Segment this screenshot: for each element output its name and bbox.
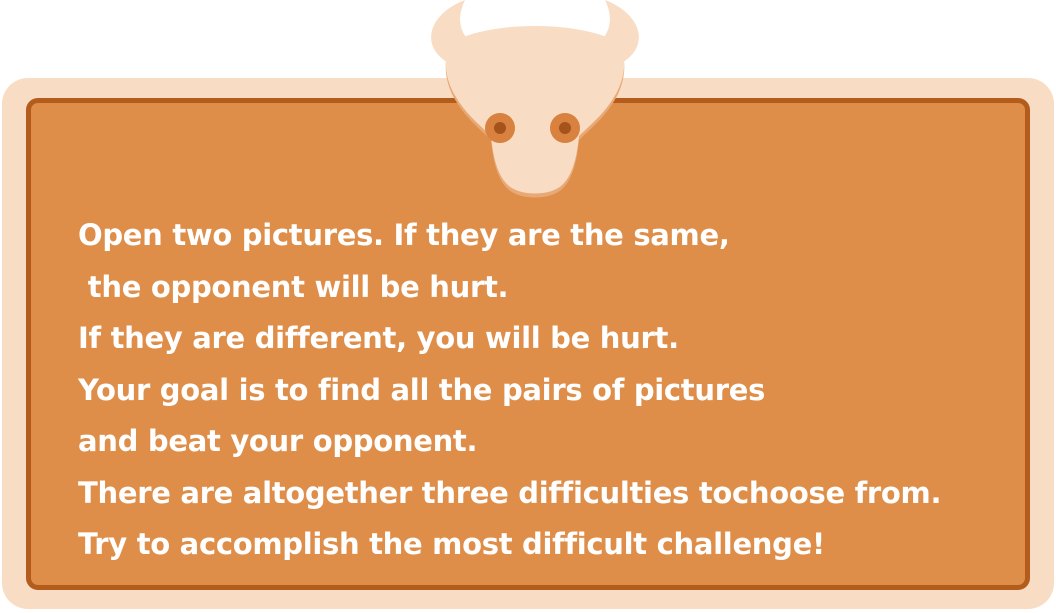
right-eye: [550, 113, 580, 143]
instruction-line: If they are different, you will be hurt.: [78, 321, 679, 355]
instructions-screen: Open two pictures. If they are the same,…: [0, 0, 1056, 613]
instruction-line: and beat your opponent.: [78, 424, 478, 458]
bull-head-icon: [431, 0, 639, 198]
instruction-line: Open two pictures. If they are the same,: [78, 218, 730, 252]
instruction-line: There are altogether three difficulties …: [78, 475, 942, 510]
left-eye: [485, 113, 515, 143]
instructions-text: Open two pictures. If they are the same,…: [78, 210, 1018, 571]
instruction-line: Your goal is to find all the pairs of pi…: [78, 372, 766, 407]
instruction-line: Try to accomplish the most difficult cha…: [78, 527, 825, 561]
instruction-line: the opponent will be hurt.: [78, 269, 509, 304]
head: [445, 26, 625, 194]
